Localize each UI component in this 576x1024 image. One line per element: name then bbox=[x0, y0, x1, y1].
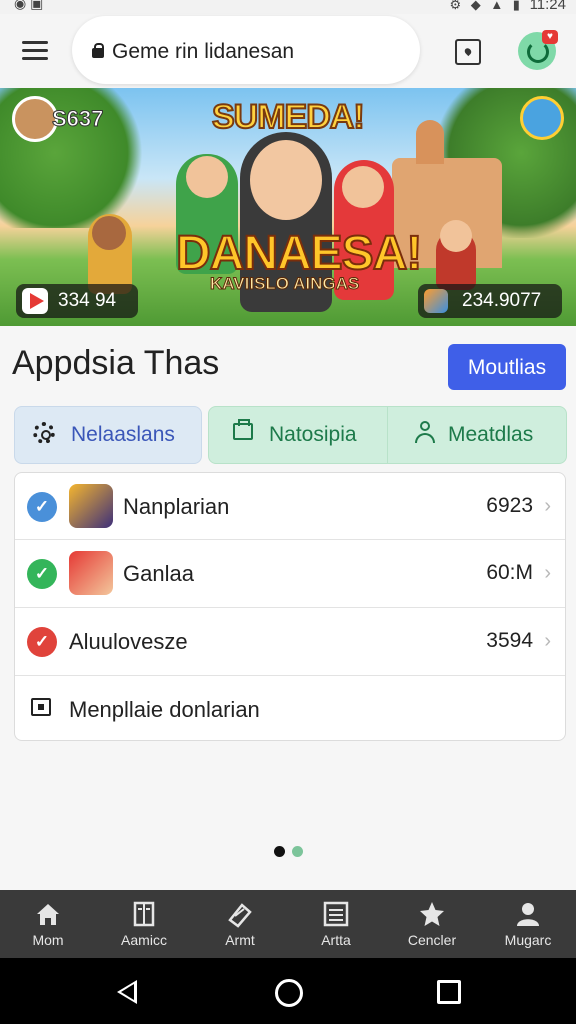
menu-icon-line bbox=[22, 41, 48, 44]
coin-counter[interactable]: 234.9077 bbox=[418, 284, 562, 318]
tag-icon bbox=[228, 903, 252, 928]
nav-label: Armt bbox=[225, 932, 255, 948]
refresh-icon bbox=[527, 41, 549, 63]
list-item-label: Nanplarian bbox=[123, 494, 230, 519]
promo-banner[interactable]: S637 SUMEDA! DANAESA! KAVIISLO AINGAS 33… bbox=[0, 88, 576, 326]
status-icons-right: ⚙ ◆ ▲ ▮ 11:24 bbox=[449, 0, 566, 13]
tab-natosipia[interactable]: Natosipia bbox=[208, 406, 388, 464]
banner-score: S637 bbox=[51, 106, 104, 132]
profile-button[interactable]: ♥ bbox=[518, 30, 558, 70]
opponent-avatar[interactable] bbox=[520, 96, 564, 140]
menu-button[interactable] bbox=[22, 41, 48, 61]
list-item[interactable]: ✓ Nanplarian 6923 › bbox=[15, 473, 565, 540]
character-face bbox=[92, 216, 126, 250]
recents-icon[interactable] bbox=[437, 980, 461, 1004]
person-icon bbox=[414, 421, 436, 445]
check-icon: ✓ bbox=[27, 627, 57, 657]
tab-label: Natosipia bbox=[269, 423, 357, 446]
section-action-button[interactable]: Moutlias bbox=[448, 344, 566, 390]
download-icon bbox=[31, 698, 51, 716]
address-bar[interactable]: Geme rin lidanesan bbox=[72, 16, 420, 84]
chevron-right-icon: › bbox=[544, 495, 551, 517]
check-icon: ✓ bbox=[27, 559, 57, 589]
nav-item-star[interactable]: Cencler bbox=[384, 890, 480, 958]
main-content: Appdsia Thas Moutlias Nelaaslans Natosip… bbox=[0, 326, 576, 890]
list-item-value: 6923 bbox=[486, 494, 533, 517]
banner-subtitle: KAVIISLO AINGAS bbox=[209, 274, 360, 294]
character-face bbox=[342, 166, 384, 208]
list-item[interactable]: ✓ Aluulovesze 3594 › bbox=[15, 608, 565, 675]
banner-title: SUMEDA! bbox=[211, 97, 366, 137]
list-icon bbox=[323, 901, 349, 927]
nav-item-book[interactable]: Aamicc bbox=[96, 890, 192, 958]
page-dot-active[interactable] bbox=[274, 846, 285, 857]
address-text: Geme rin lidanesan bbox=[112, 40, 295, 63]
folder-icon bbox=[233, 419, 253, 440]
location-icon[interactable] bbox=[455, 39, 481, 65]
lock-icon bbox=[92, 43, 104, 58]
book-icon bbox=[133, 901, 155, 927]
nav-item-tag[interactable]: Armt bbox=[192, 890, 288, 958]
status-time: 11:24 bbox=[529, 0, 566, 13]
status-icons-left: ◉ ▣ bbox=[14, 0, 44, 11]
section-title: Appdsia Thas bbox=[12, 344, 220, 382]
list-item-label: Menpllaie donlarian bbox=[69, 697, 260, 722]
list-item-label: Aluulovesze bbox=[69, 629, 188, 654]
nav-label: Artta bbox=[321, 932, 351, 948]
nav-item-profile[interactable]: Mugarc bbox=[480, 890, 576, 958]
tab-nelaaslans[interactable]: Nelaaslans bbox=[14, 406, 202, 464]
tab-label: Meatdlas bbox=[448, 423, 534, 446]
character-face bbox=[250, 140, 322, 220]
page-dot[interactable] bbox=[292, 846, 303, 857]
home-icon bbox=[37, 904, 59, 925]
home-circle-icon[interactable] bbox=[275, 979, 303, 1007]
gear-icon bbox=[33, 422, 55, 444]
app-icon bbox=[69, 551, 113, 595]
coin-icon bbox=[424, 289, 448, 313]
chevron-right-icon: › bbox=[544, 630, 551, 652]
nav-label: Mugarc bbox=[504, 932, 552, 948]
back-icon[interactable] bbox=[117, 980, 137, 1004]
status-bar: ◉ ▣ ⚙ ◆ ▲ ▮ 11:24 bbox=[0, 0, 576, 14]
app-list: ✓ Nanplarian 6923 › ✓ Ganlaa 60:M › ✓ Al… bbox=[14, 472, 566, 741]
star-icon bbox=[420, 902, 444, 926]
play-counter[interactable]: 334 94 bbox=[16, 284, 138, 318]
nav-item-home[interactable]: Mom bbox=[0, 890, 96, 958]
list-item-value: 60:M bbox=[486, 561, 533, 584]
chevron-right-icon: › bbox=[544, 562, 551, 584]
list-item-label: Ganlaa bbox=[123, 561, 194, 586]
nav-label: Mom bbox=[32, 932, 64, 948]
character-face bbox=[440, 220, 472, 252]
play-icon bbox=[22, 288, 48, 314]
coin-count: 234.9077 bbox=[462, 290, 542, 311]
system-navigation bbox=[0, 958, 576, 1024]
menu-icon-line bbox=[22, 49, 48, 52]
play-count: 334 94 bbox=[58, 290, 117, 311]
page-indicator bbox=[274, 844, 310, 862]
character-face bbox=[186, 156, 228, 198]
top-bar: Geme rin lidanesan ♥ bbox=[0, 14, 576, 88]
bottom-navigation: Mom Aamicc Armt Artta Cencler Mugarc bbox=[0, 890, 576, 958]
list-item-value: 3594 bbox=[486, 629, 533, 652]
nav-label: Aamicc bbox=[121, 932, 167, 948]
tab-label: Nelaaslans bbox=[71, 423, 175, 446]
tab-meatdlas[interactable]: Meatdlas bbox=[387, 406, 567, 464]
person-icon bbox=[517, 903, 539, 926]
notification-badge: ♥ bbox=[542, 30, 558, 44]
app-icon bbox=[69, 484, 113, 528]
nav-label: Cencler bbox=[407, 932, 457, 948]
list-item[interactable]: Menpllaie donlarian bbox=[15, 676, 565, 743]
nav-item-list[interactable]: Artta bbox=[288, 890, 384, 958]
check-icon: ✓ bbox=[27, 492, 57, 522]
list-item[interactable]: ✓ Ganlaa 60:M › bbox=[15, 540, 565, 607]
banner-headline: DANAESA! bbox=[175, 226, 423, 281]
menu-icon-line bbox=[22, 57, 48, 60]
